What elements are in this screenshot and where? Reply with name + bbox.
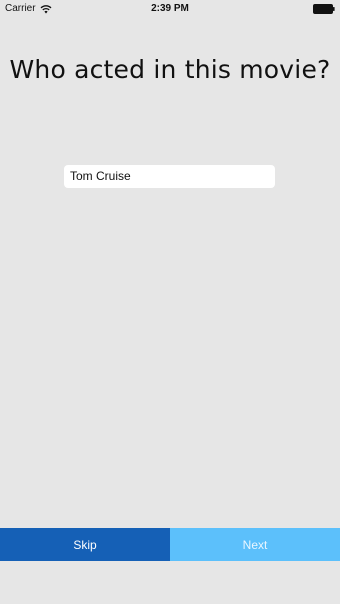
battery-icon	[313, 4, 335, 14]
next-button[interactable]: Next	[170, 528, 340, 561]
status-bar: Carrier 2:39 PM	[0, 0, 340, 20]
skip-button[interactable]: Skip	[0, 528, 170, 561]
bottom-action-bar: Skip Next	[0, 528, 340, 561]
status-time: 2:39 PM	[151, 3, 189, 14]
question-title: Who acted in this movie?	[9, 55, 331, 84]
quiz-screen: Carrier 2:39 PM Who acted in this movie?…	[0, 0, 340, 604]
answer-input[interactable]	[64, 165, 275, 188]
